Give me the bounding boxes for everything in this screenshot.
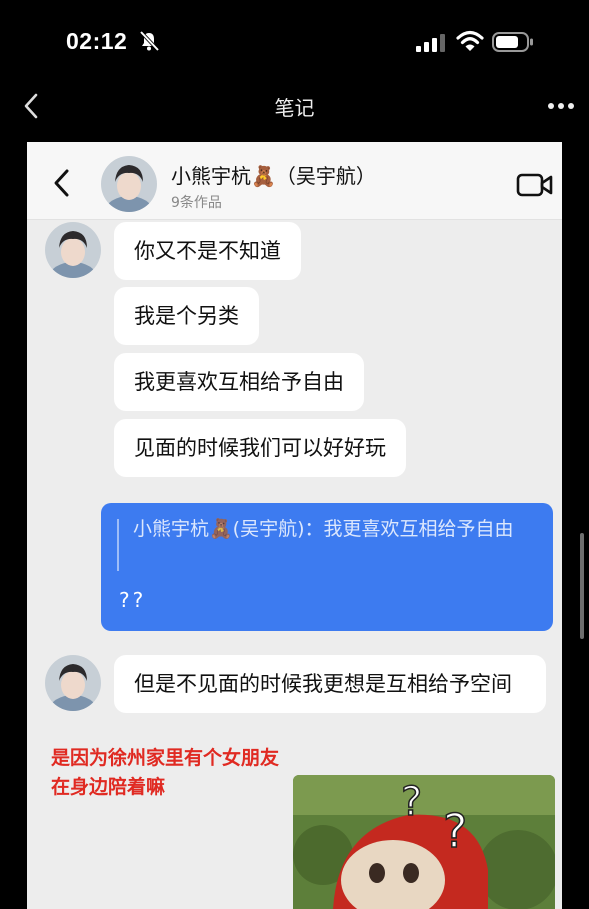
- cellular-signal-icon: [416, 34, 445, 52]
- received-message[interactable]: 我更喜欢互相给予自由: [114, 353, 364, 411]
- received-message[interactable]: 见面的时候我们可以好好玩: [114, 419, 406, 477]
- scroll-indicator[interactable]: [580, 533, 584, 639]
- status-bar: 02:12: [0, 0, 589, 80]
- question-mark: ?: [401, 779, 422, 825]
- quote-bar: [117, 519, 119, 571]
- sent-message[interactable]: 小熊宇杭🧸(吴宇航)：我更喜欢互相给予自由 ??: [101, 503, 553, 631]
- top-nav: 笔记: [0, 80, 589, 142]
- sender-avatar[interactable]: [45, 222, 101, 278]
- chat-header: 小熊宇杭🧸（吴宇航） 9条作品: [27, 142, 562, 220]
- battery-icon: [492, 32, 533, 52]
- video-call-icon[interactable]: [516, 172, 554, 198]
- question-mark: ?: [443, 804, 467, 858]
- contact-name: 小熊宇杭🧸（吴宇航）: [171, 164, 376, 188]
- clock: 02:12: [66, 28, 128, 54]
- quoted-message: 小熊宇杭🧸(吴宇航)：我更喜欢互相给予自由: [133, 518, 514, 540]
- works-count: 9条作品: [171, 195, 222, 211]
- contact-avatar[interactable]: [101, 156, 157, 212]
- meme-sticker-image[interactable]: ? ?: [293, 775, 555, 909]
- received-message[interactable]: 你又不是不知道: [114, 222, 301, 280]
- red-annotation: 是因为徐州家里有个女朋友 在身边陪着嘛: [51, 744, 279, 802]
- chat-back-icon[interactable]: [51, 168, 73, 198]
- note-image-card[interactable]: 小熊宇杭🧸（吴宇航） 9条作品 你又不是不知道 我是个另类 我更喜欢互相给予自由…: [27, 142, 562, 909]
- sender-avatar[interactable]: [45, 655, 101, 711]
- bell-mute-icon: [139, 30, 160, 52]
- page-title: 笔记: [274, 96, 315, 120]
- sent-message-text: ??: [119, 588, 147, 612]
- annotation-line: 在身边陪着嘛: [51, 776, 166, 798]
- wifi-icon: [456, 30, 484, 51]
- received-message[interactable]: 我是个另类: [114, 287, 259, 345]
- received-message[interactable]: 但是不见面的时候我更想是互相给予空间: [114, 655, 546, 713]
- more-options-icon[interactable]: [547, 102, 575, 110]
- annotation-line: 是因为徐州家里有个女朋友: [51, 747, 280, 769]
